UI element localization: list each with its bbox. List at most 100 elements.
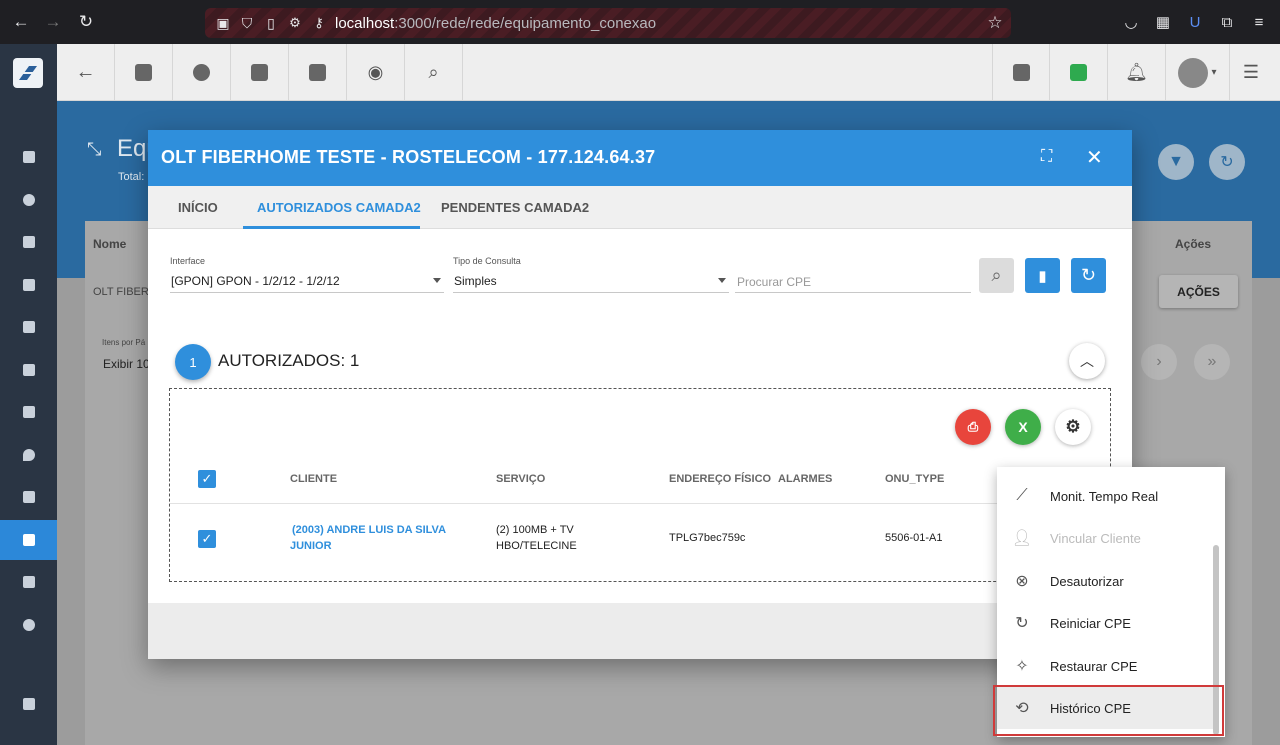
search-icon: ⌕ [428,62,439,82]
sidebar-item-calendar[interactable] [0,307,57,347]
row-name[interactable]: OLT FIBER [93,286,149,298]
tab-autorizados[interactable]: AUTORIZADOS CAMADA2 [257,200,421,215]
select-all-checkbox[interactable]: ✓ [198,470,216,488]
modal-footer [148,603,1132,659]
url-bar[interactable]: ▣ ⛉ ▯ ⚙ ⚷ localhost:3000/rede/rede/equip… [205,8,1011,38]
finance-button[interactable] [231,44,289,101]
interface-select[interactable]: [GPON] GPON - 1/2/12 - 1/2/12 [171,274,340,288]
remote-icon: ▮ [1038,267,1047,285]
user-menu[interactable]: ▾ [1166,44,1230,101]
header-endereco[interactable]: ENDEREÇO FÍSICO [669,473,771,485]
notifications-button[interactable]: 🔔︎ [1108,44,1166,101]
header-cliente[interactable]: CLIENTE [290,473,337,485]
browser-toolbar: ← → ↻ ▣ ⛉ ▯ ⚙ ⚷ localhost:3000/rede/rede… [0,0,1280,44]
cliente-link-line2[interactable]: JUNIOR [290,538,332,554]
items-label: Itens por Pá [102,338,146,347]
menu-item-vincular[interactable]: 👤︎ Vincular Cliente [997,517,1215,559]
menu-item-restaurar[interactable]: ✧ Restaurar CPE [997,645,1215,687]
remote-button[interactable]: ▮ [1025,258,1060,293]
dropdown-caret-icon[interactable] [718,278,726,283]
search-button[interactable]: ⌕ [405,44,463,101]
collapse-icon: ⤡ [87,139,102,159]
sidebar-item-network[interactable] [0,520,57,560]
section-title: AUTORIZADOS: 1 [218,351,360,370]
board-icon [22,279,35,291]
sidebar-item-map[interactable] [0,435,57,475]
back-icon[interactable]: ← [7,8,35,36]
settings-button[interactable]: ⚙ [1055,409,1091,445]
onu-type-value: 5506-01-A1 [885,532,943,544]
menu-item-label: Vincular Cliente [1050,530,1141,546]
cliente-link-line1[interactable]: (2003) ANDRE LUIS DA SILVA [292,522,446,538]
collapse-button[interactable]: ︿ [1069,343,1105,379]
interface-label: Interface [170,256,206,266]
sidebar-item-finance[interactable] [0,392,57,432]
filter-button[interactable]: ▼ [1158,144,1194,180]
last-page-button[interactable]: » [1194,344,1230,380]
header-alarmes[interactable]: ALARMES [778,473,832,485]
header-servico[interactable]: SERVIÇO [496,473,545,485]
search-cpe-input[interactable]: Procurar CPE [737,275,811,289]
view-button[interactable]: ◉ [347,44,405,101]
menu-icon[interactable]: ≡ [1245,8,1273,36]
terminal-button[interactable] [289,44,347,101]
bookmark-star-icon[interactable]: ☆ [981,9,1009,37]
header-onu-type[interactable]: ONU_TYPE [885,473,944,485]
messages-button[interactable] [1050,44,1108,101]
refresh-page-button[interactable]: ↻ [1209,144,1245,180]
sidebar-item-documents[interactable] [0,562,57,602]
sidebar-item-dashboard[interactable] [0,137,57,177]
export-excel-button[interactable]: X [1005,409,1041,445]
url-host: localhost [335,14,395,32]
sidebar-item-contacts[interactable] [0,222,57,262]
dropdown-caret-icon[interactable] [433,278,441,283]
list-menu-button[interactable]: ☰ [1222,44,1280,101]
qr-icon[interactable]: ▦ [1149,8,1177,36]
servico-line1: (2) 100MB + TV [496,524,574,536]
extension-u-icon[interactable]: U [1181,8,1209,36]
sidebar-item-chart[interactable] [0,180,57,220]
search-cpe-button[interactable]: ⌕ [979,258,1014,293]
col-acoes: Ações [1175,237,1212,251]
sidebar-item-board[interactable] [0,265,57,305]
back-button[interactable]: ← [57,44,115,101]
tipo-select[interactable]: Simples [454,274,497,288]
row-checkbox[interactable]: ✓ [198,530,216,548]
pdf-button[interactable] [992,44,1050,101]
pocket-icon[interactable]: ◡ [1117,8,1145,36]
list-menu-icon: ☰ [1242,62,1260,82]
sidebar-item-list[interactable] [0,477,57,517]
tab-inicio[interactable]: INÍCIO [178,200,218,215]
export-pdf-button[interactable]: ⎙ [955,409,991,445]
fullscreen-icon[interactable]: ⛶ [1041,148,1052,166]
menu-item-reiniciar[interactable]: ↻ Reiniciar CPE [997,602,1215,644]
tab-pendentes[interactable]: PENDENTES CAMADA2 [441,200,589,215]
chat-check-icon [1070,64,1087,81]
magic-wand-icon: ✧ [1015,658,1029,675]
sidebar-item-video[interactable] [0,684,57,724]
contacts-button[interactable] [115,44,173,101]
video-icon [22,698,35,710]
menu-item-monit[interactable]: ⟋ Monit. Tempo Real [997,475,1215,517]
app-logo[interactable] [13,58,43,88]
items-select[interactable]: Exibir 10 [103,357,150,371]
contact-card-icon [135,64,152,81]
extensions-icon[interactable]: ⧉ [1213,8,1241,36]
chart-line-icon: ⟋ [1016,487,1028,504]
acoes-button[interactable]: AÇÕES [1159,275,1238,308]
forward-icon[interactable]: → [39,8,67,36]
sidebar-item-settings[interactable] [0,605,57,645]
close-icon[interactable]: ✕ [1086,145,1103,170]
key-icon[interactable]: ⚷ [305,9,333,37]
network-icon [22,534,35,546]
refresh-cpe-button[interactable]: ↻ [1071,258,1106,293]
sidebar-item-box[interactable] [0,350,57,390]
next-page-button[interactable]: › [1141,344,1177,380]
equipment-modal: OLT FIBERHOME TESTE - ROSTELECOM - 177.1… [148,130,1132,659]
reload-icon[interactable]: ↻ [72,8,100,36]
schedule-button[interactable] [173,44,231,101]
menu-item-label: Monit. Tempo Real [1050,488,1159,504]
search-icon: ⌕ [991,265,1002,285]
menu-item-desautorizar[interactable]: ⊗ Desautorizar [997,560,1215,602]
cancel-circle-icon: ⊗ [1015,573,1029,590]
